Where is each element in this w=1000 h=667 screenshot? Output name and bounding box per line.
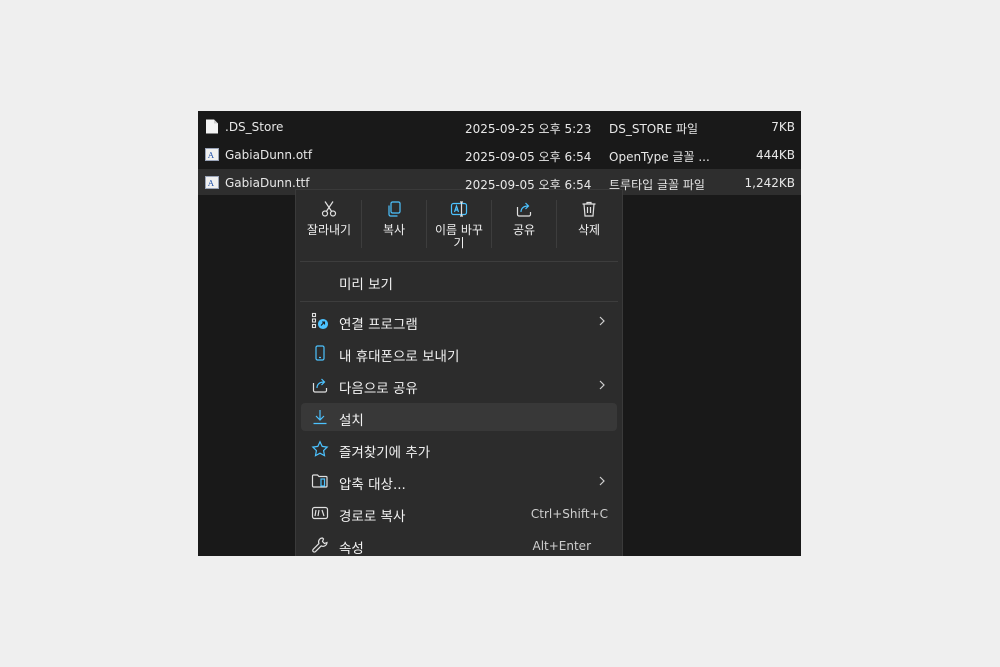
delete-label: 삭제 (577, 223, 601, 237)
delete-button[interactable]: 삭제 (557, 200, 621, 260)
menu-item-add-to-favorites[interactable]: 즐겨찾기에 추가 (301, 435, 617, 463)
cut-label: 잘라내기 (306, 223, 352, 237)
copy-path-icon (311, 506, 329, 520)
menu-item-label: 압축 대상... (339, 477, 406, 493)
shortcut-text: Ctrl+Shift+C (530, 507, 608, 521)
copy-icon (388, 201, 401, 217)
rename-button[interactable]: 이름 바꾸기 (427, 200, 491, 260)
rename-label: 이름 바꾸기 (435, 223, 483, 250)
shortcut-text: Alt+Enter (532, 539, 591, 553)
share-icon (516, 202, 532, 217)
file-row-ds-store[interactable]: .DS_Store 2025-09-25 오후 5:23 DS_STORE 파일… (198, 113, 801, 139)
file-size: 1,242KB (744, 176, 795, 190)
file-row-gabiadunn-otf[interactable]: A GabiaDunn.otf 2025-09-05 오후 6:54 OpenT… (198, 141, 801, 167)
star-icon (311, 440, 329, 457)
chevron-right-icon (599, 316, 605, 326)
scissors-icon (321, 201, 337, 217)
chevron-right-icon (599, 476, 605, 486)
menu-item-label: 연결 프로그램 (339, 317, 418, 333)
menu-item-compress-to[interactable]: 압축 대상... (301, 467, 617, 495)
file-type: 트루타입 글꼴 파일 (609, 178, 705, 192)
font-file-icon: A (205, 148, 219, 161)
menu-item-copy-as-path[interactable]: 경로로 복사 Ctrl+Shift+C (301, 499, 617, 527)
file-type: DS_STORE 파일 (609, 122, 699, 136)
file-date: 2025-09-25 오후 5:23 (465, 122, 592, 136)
wrench-icon (312, 537, 328, 553)
rename-icon (450, 201, 468, 217)
context-menu: 잘라내기 복사 이름 바꾸기 공유 삭제 미리 보기 연결 프로그램 내 휴대폰… (295, 189, 623, 556)
copy-button[interactable]: 복사 (362, 200, 426, 260)
svg-text:A: A (207, 179, 214, 188)
file-size: 444KB (755, 148, 795, 162)
cut-button[interactable]: 잘라내기 (297, 200, 361, 260)
trash-icon (582, 201, 596, 217)
menu-item-label: 다음으로 공유 (339, 381, 418, 397)
share-icon (312, 378, 328, 393)
svg-text:A: A (207, 151, 214, 160)
share-label: 공유 (512, 223, 536, 237)
chevron-right-icon (599, 380, 605, 390)
open-with-icon (311, 312, 329, 330)
menu-item-send-to-phone[interactable]: 내 휴대폰으로 보내기 (301, 339, 617, 367)
menu-item-label: 속성 (339, 541, 364, 556)
install-download-icon (313, 410, 327, 425)
menu-item-label: 즐겨찾기에 추가 (339, 445, 431, 461)
menu-item-share-with[interactable]: 다음으로 공유 (301, 371, 617, 399)
file-type: OpenType 글꼴 ... (609, 150, 710, 164)
file-name: GabiaDunn.otf (225, 148, 313, 162)
menu-item-open-with[interactable]: 연결 프로그램 (301, 307, 617, 335)
menu-separator (300, 261, 618, 262)
font-file-icon: A (205, 176, 219, 189)
file-size: 7KB (771, 120, 795, 134)
menu-item-label: 설치 (339, 413, 364, 429)
menu-item-preview[interactable]: 미리 보기 (301, 267, 617, 295)
zip-folder-icon (311, 474, 328, 488)
menu-separator (300, 301, 618, 302)
file-name: GabiaDunn.ttf (225, 176, 310, 190)
menu-item-label: 내 휴대폰으로 보내기 (339, 349, 460, 365)
menu-item-install[interactable]: 설치 (301, 403, 617, 431)
menu-item-label: 경로로 복사 (339, 509, 406, 525)
blank-file-icon (206, 119, 218, 134)
phone-icon (315, 345, 325, 361)
file-name: .DS_Store (225, 120, 284, 134)
menu-item-properties[interactable]: 속성 Alt+Enter (301, 531, 617, 556)
menu-item-label: 미리 보기 (339, 277, 393, 293)
copy-label: 복사 (382, 223, 406, 237)
share-button[interactable]: 공유 (492, 200, 556, 260)
file-date: 2025-09-05 오후 6:54 (465, 150, 592, 164)
quick-actions-bar: 잘라내기 복사 이름 바꾸기 공유 삭제 (296, 190, 622, 261)
